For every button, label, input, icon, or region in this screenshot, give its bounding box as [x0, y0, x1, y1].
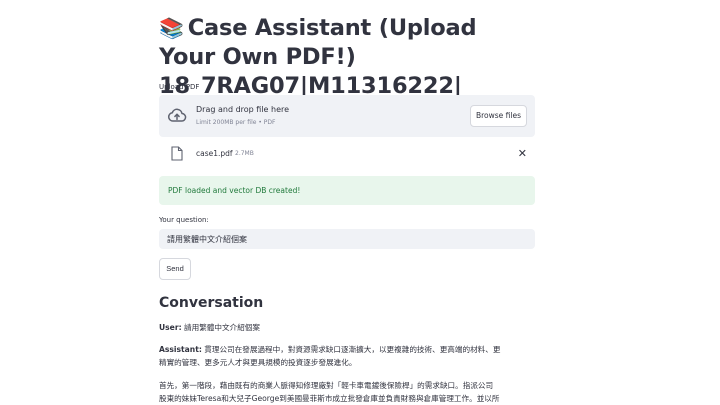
- upload-label: Upload PDF: [159, 83, 200, 91]
- conversation-heading: Conversation: [159, 295, 264, 311]
- cloud-upload-icon: [167, 108, 187, 122]
- file-size: 2.7MB: [235, 150, 254, 157]
- dropzone-instruction: Drag and drop file here: [196, 105, 290, 114]
- assistant-message: Assistant: 貫理公司在發展過程中，對資源需求缺口逐漸擴大，以更複雜的技…: [159, 343, 539, 369]
- file-icon: [171, 146, 183, 161]
- question-input-value: 請用繁體中文介紹個案: [167, 235, 247, 244]
- question-input[interactable]: 請用繁體中文介紹個案: [159, 229, 535, 249]
- question-label: Your question:: [159, 216, 209, 224]
- file-name: case1.pdf: [196, 149, 233, 158]
- page-title: 📚 Case Assistant (Upload Your Own PDF!) 1…: [159, 14, 539, 101]
- paragraph-2-line-1: 首先，第一階段，藉由既有的商業人脈得知修理廠對「輕卡車電鍍後保險桿」的需求缺口。…: [159, 381, 494, 390]
- assistant-paragraph-2: 首先，第一階段，藉由既有的商業人脈得知修理廠對「輕卡車電鍍後保險桿」的需求缺口。…: [159, 379, 539, 405]
- send-button[interactable]: Send: [159, 258, 191, 280]
- paragraph-2-line-2: 股東的妹妹Teresa和大兒子George到美國曼菲斯市成立批發倉庫並負責財務與…: [159, 394, 500, 403]
- dropzone-limit: Limit 200MB per file • PDF: [196, 119, 276, 126]
- page-title-text: Case Assistant (Upload Your Own PDF!) 18…: [159, 15, 477, 99]
- assistant-line-2: 精實的管理、更多元人才與更具規模的投資逐步發展進化。: [159, 358, 357, 367]
- browse-files-button[interactable]: Browse files: [470, 105, 527, 127]
- user-message: User: 請用繁體中文介紹個案: [159, 321, 539, 334]
- assistant-label: Assistant:: [159, 345, 202, 354]
- books-icon: 📚: [159, 16, 184, 40]
- success-alert: PDF loaded and vector DB created!: [159, 176, 535, 205]
- user-message-text: 請用繁體中文介紹個案: [184, 323, 260, 332]
- success-message: PDF loaded and vector DB created!: [168, 186, 301, 195]
- assistant-line-1: 貫理公司在發展過程中，對資源需求缺口逐漸擴大，以更複雜的技術、更高端的材料、更: [204, 345, 501, 354]
- uploaded-file-row: case1.pdf 2.7MB ✕: [159, 143, 535, 165]
- user-label: User:: [159, 323, 182, 332]
- file-dropzone[interactable]: Drag and drop file here Limit 200MB per …: [159, 95, 535, 137]
- remove-file-icon[interactable]: ✕: [518, 147, 527, 160]
